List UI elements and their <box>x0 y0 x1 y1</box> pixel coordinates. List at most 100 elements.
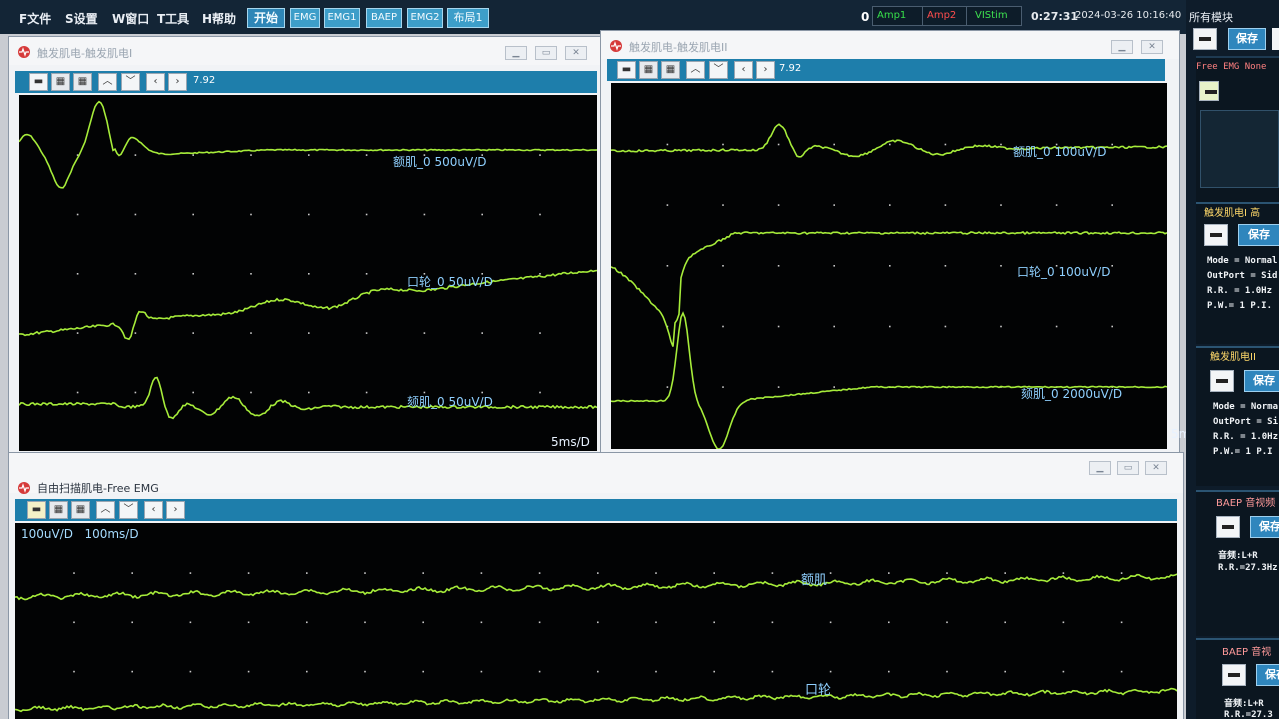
toggle-icon[interactable]: ▬ <box>29 73 48 91</box>
grid-dot <box>365 154 368 156</box>
grid-layout-alt-icon[interactable]: ▦ <box>661 61 680 79</box>
grid-dot <box>777 386 780 388</box>
close-button[interactable]: ✕ <box>1141 40 1163 54</box>
menu-window[interactable]: W窗口 <box>112 10 149 27</box>
grid-dot <box>944 143 947 146</box>
module-toggle-icon[interactable] <box>1216 516 1240 538</box>
date-time: 2024-03-26 10:16:40 <box>1075 10 1182 21</box>
layout1-button[interactable]: 布局1 <box>447 8 489 28</box>
chevron-left-icon[interactable]: ‹ <box>144 501 163 519</box>
sidebar-title: 所有模块 <box>1189 11 1233 24</box>
minimize-button[interactable]: ▁ <box>1111 40 1133 54</box>
grid-dot <box>833 265 835 267</box>
grid-layout-alt-icon[interactable]: ▦ <box>73 73 92 91</box>
close-button[interactable]: ✕ <box>1145 461 1167 475</box>
grid-dot <box>539 332 541 334</box>
grid-dot <box>134 391 137 394</box>
minimize-button[interactable]: ▁ <box>505 46 527 60</box>
waveform-plot[interactable]: 100uV/D 100ms/D 额肌 口轮 <box>15 523 1177 719</box>
trace-label-frontalis: 额肌_0 100uV/D <box>1013 145 1107 159</box>
window-title: 触发肌电-触发肌电II <box>629 41 728 54</box>
chevron-up-icon[interactable]: ︿ <box>96 501 115 519</box>
menu-settings[interactable]: S设置 <box>65 10 98 27</box>
module-save-button[interactable]: 保存 <box>1244 370 1279 392</box>
window-titlebar[interactable]: 自由扫描肌电-Free EMG ▁ ▭ ✕ <box>9 453 1183 495</box>
grid-dot <box>655 572 657 574</box>
minimize-button[interactable]: ▁ <box>1089 461 1111 475</box>
toggle-icon[interactable]: ▬ <box>27 501 46 519</box>
triggered-emg-2-window: 触发肌电-触发肌电II ▁ ✕ ▬ ▦ ▦ ︿ ﹀ ‹ › 7.92 额肌_0 … <box>600 30 1190 454</box>
menu-help[interactable]: H帮助 <box>202 10 236 27</box>
module-toggle-icon[interactable] <box>1210 370 1234 392</box>
module-toggle-icon[interactable] <box>1204 224 1228 246</box>
triggered-emg-2-module[interactable] <box>1196 346 1279 486</box>
grid-layout-icon[interactable]: ▦ <box>639 61 658 79</box>
menu-tools[interactable]: T工具 <box>157 10 189 27</box>
emg2-button[interactable]: EMG2 <box>407 8 443 28</box>
module-header: 触发肌电II <box>1210 352 1256 363</box>
emg1-button[interactable]: EMG1 <box>324 8 360 28</box>
grid-dot <box>833 325 835 328</box>
close-button[interactable]: ✕ <box>565 46 587 60</box>
chevron-up-icon[interactable]: ︿ <box>98 73 117 91</box>
window-titlebar[interactable]: 触发肌电-触发肌电II ▁ ✕ <box>601 31 1179 59</box>
menu-file[interactable]: F文件 <box>19 10 51 27</box>
grid-dot <box>655 670 657 673</box>
chevron-down-icon[interactable]: ﹀ <box>121 73 140 91</box>
grid-dot <box>1062 670 1065 673</box>
module-line: 音频:L+R <box>1224 699 1264 709</box>
chevron-left-icon[interactable]: ‹ <box>146 73 165 91</box>
chevron-right-icon[interactable]: › <box>168 73 187 91</box>
grid-dot <box>308 391 310 394</box>
grid-dot <box>192 391 194 394</box>
maximize-button[interactable]: ▭ <box>1117 461 1139 475</box>
save-all-button[interactable]: 保存 <box>1228 28 1266 50</box>
grid-dot <box>1120 670 1123 673</box>
grid-dot <box>713 670 715 673</box>
module-save-button[interactable]: 保存 <box>1256 664 1279 686</box>
grid-dot <box>480 572 483 574</box>
grid-dot <box>423 332 426 334</box>
grid-dot <box>771 572 774 574</box>
chevron-up-icon[interactable]: ︿ <box>686 61 705 79</box>
grid-dot <box>422 572 424 574</box>
collapse-icon[interactable] <box>1193 28 1217 50</box>
chevron-right-icon[interactable]: › <box>166 501 185 519</box>
grid-dot <box>250 273 252 275</box>
waveform-plot[interactable]: 额肌_0 500uV/D 口轮_0 50uV/D 颏肌_0 50uV/D 5ms… <box>19 95 597 451</box>
module-save-button[interactable]: 保存 <box>1238 224 1279 246</box>
grid-layout-alt-icon[interactable]: ▦ <box>71 501 90 519</box>
baep-button[interactable]: BAEP <box>366 8 402 28</box>
window-titlebar[interactable]: 触发肌电-触发肌电I ▁ ▭ ✕ <box>9 37 603 65</box>
grid-dot <box>247 670 250 673</box>
grid-dot <box>722 265 724 267</box>
start-button[interactable]: 开始 <box>247 8 285 28</box>
chevron-left-icon[interactable]: ‹ <box>734 61 753 79</box>
waveform-plot[interactable]: 额肌_0 100uV/D 口轮_0 100uV/D 颏肌_0 2000uV/D … <box>611 83 1190 449</box>
chevron-down-icon[interactable]: ﹀ <box>709 61 728 79</box>
trace-label-mentalis: 颏肌_0 50uV/D <box>407 395 493 409</box>
chevron-down-icon[interactable]: ﹀ <box>119 501 138 519</box>
module-save-button[interactable]: 保存 <box>1250 516 1279 538</box>
grid-layout-icon[interactable]: ▦ <box>51 73 70 91</box>
chevron-right-icon[interactable]: › <box>756 61 775 79</box>
free-emg-toggle-icon[interactable] <box>1199 81 1219 101</box>
grid-dot <box>1004 572 1006 574</box>
toggle-icon[interactable]: ▬ <box>617 61 636 79</box>
module-line: R.R. = 1.0Hz <box>1213 432 1279 442</box>
grid-dot <box>833 143 835 146</box>
module-toggle-icon[interactable] <box>1222 664 1246 686</box>
toolbar-value: 7.92 <box>779 63 802 74</box>
trace-mentalis <box>611 311 1167 449</box>
emg-button[interactable]: EMG <box>290 8 320 28</box>
grid-dot <box>365 273 368 275</box>
grid-dot <box>250 213 252 216</box>
maximize-button[interactable]: ▭ <box>535 46 557 60</box>
grid-dot <box>480 621 483 624</box>
grid-layout-icon[interactable]: ▦ <box>49 501 68 519</box>
app-logo-icon <box>18 482 30 494</box>
grid-dot <box>73 572 75 574</box>
grid-dot <box>946 670 948 673</box>
grid-dot <box>308 213 310 216</box>
plot-toolbar: ▬ ▦ ▦ ︿ ﹀ ‹ › <box>15 499 1177 521</box>
